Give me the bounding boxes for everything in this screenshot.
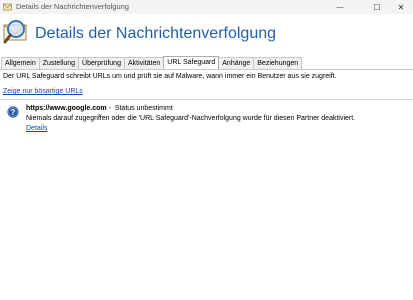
entry-details-link[interactable]: Details bbox=[26, 125, 47, 132]
tab-bar: Allgemein Zustellung Überprüfung Aktivit… bbox=[1, 56, 303, 69]
section-divider bbox=[0, 99, 413, 100]
safeguard-description: Der URL Safeguard schreibt URLs um und p… bbox=[3, 73, 337, 80]
tab-beziehungen[interactable]: Beziehungen bbox=[253, 57, 303, 69]
entry-url: https://www.google.com bbox=[26, 105, 107, 112]
entry-message: Niemals darauf zugegriffen oder die 'URL… bbox=[26, 115, 356, 122]
window-title: Details der Nachrichtenverfolgung bbox=[16, 2, 129, 11]
envelope-icon bbox=[3, 3, 12, 11]
tab-url-safeguard[interactable]: URL Safeguard bbox=[163, 56, 220, 69]
minimize-icon: — bbox=[336, 3, 344, 11]
tab-allgemein[interactable]: Allgemein bbox=[1, 57, 40, 69]
tab-zustellung[interactable]: Zustellung bbox=[38, 57, 80, 69]
minimize-button[interactable]: — bbox=[328, 0, 352, 14]
close-icon: ✕ bbox=[397, 2, 405, 12]
tab-aktivitaeten[interactable]: Aktivitäten bbox=[123, 57, 165, 69]
tab-anhaenge[interactable]: Anhänge bbox=[218, 57, 255, 69]
envelope-magnifier-icon bbox=[3, 20, 27, 44]
maximize-icon: ☐ bbox=[373, 2, 381, 12]
url-entry: https://www.google.com - Status unbestim… bbox=[26, 105, 173, 112]
entry-status: Status unbestimmt bbox=[114, 105, 173, 112]
show-malicious-urls-link[interactable]: Zeige nur bösartige URLs bbox=[3, 88, 83, 95]
tab-ueberpruefung[interactable]: Überprüfung bbox=[78, 57, 125, 69]
page-title: Details der Nachrichtenverfolgung bbox=[35, 25, 277, 42]
maximize-button[interactable]: ☐ bbox=[365, 0, 389, 14]
entry-separator: - bbox=[106, 105, 115, 112]
tab-divider bbox=[0, 69, 413, 70]
close-button[interactable]: ✕ bbox=[389, 0, 413, 14]
svg-text:?: ? bbox=[11, 108, 16, 117]
info-icon: ? bbox=[7, 106, 19, 118]
window-titlebar: Details der Nachrichtenverfolgung — ☐ ✕ bbox=[0, 0, 413, 14]
